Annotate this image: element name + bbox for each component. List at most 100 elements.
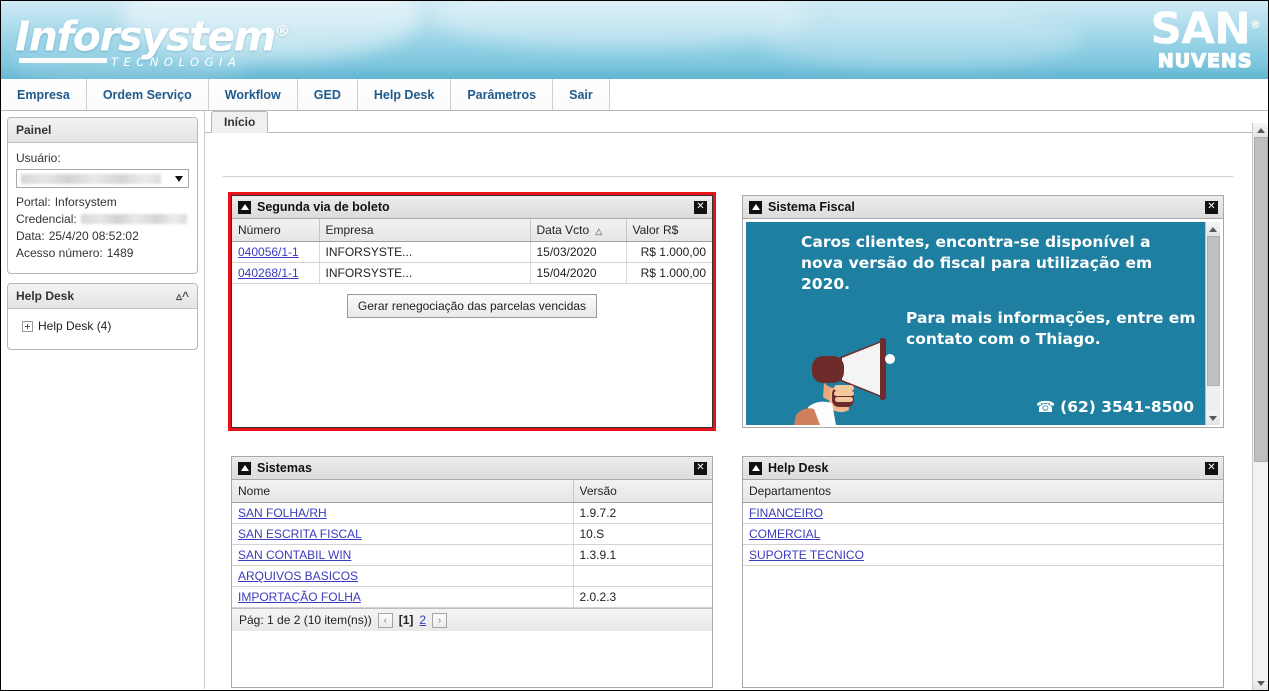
close-icon[interactable]: ✕ <box>694 200 707 214</box>
cell-nome: ARQUIVOS BASICOS <box>232 565 574 587</box>
boleto-link[interactable]: 040056/1-1 <box>238 245 299 259</box>
helpdesk-tree-item-label[interactable]: Help Desk (4) <box>38 319 111 333</box>
page-scrollbar[interactable] <box>1252 123 1268 690</box>
nav-item-workflow[interactable]: Workflow <box>208 79 298 110</box>
fiscal-scrollbar[interactable] <box>1205 222 1220 425</box>
nav-item-ged[interactable]: GED <box>297 79 358 110</box>
col-empresa[interactable]: Empresa <box>319 219 531 242</box>
departamento-link[interactable]: COMERCIAL <box>749 527 820 541</box>
table-row: 040056/1-1 INFORSYSTE... 15/03/2020 R$ 1… <box>232 241 712 263</box>
cell-versao <box>573 565 712 587</box>
close-icon[interactable]: ✕ <box>1205 461 1218 475</box>
sort-ascending-icon: △ <box>595 226 603 236</box>
tabstrip: Início <box>205 111 1268 133</box>
col-valor[interactable]: Valor R$ <box>626 219 712 242</box>
acesso-value: 1489 <box>106 246 134 260</box>
body-area: Painel Usuário: Portal: Inforsystem Cred… <box>1 111 1268 689</box>
sistema-link[interactable]: SAN ESCRITA FISCAL <box>238 527 362 541</box>
chevron-up-icon[interactable]: ▵​^ <box>176 289 189 303</box>
portal-value: Inforsystem <box>54 195 117 209</box>
fiscal-phone: ☎ (62) 3541-8500 <box>1036 398 1194 416</box>
gerar-renegociacao-button[interactable]: Gerar renegociação das parcelas vencidas <box>346 294 598 318</box>
table-header-row: Nome Versão <box>232 480 712 503</box>
sistema-link[interactable]: SAN CONTABIL WIN <box>238 548 351 562</box>
nav-item-ordem-servico[interactable]: Ordem Serviço <box>86 79 209 110</box>
col-numero[interactable]: Número <box>232 219 320 242</box>
company-logo[interactable]: Inforsystem® TECNOLOGIA <box>15 9 290 69</box>
close-icon[interactable]: ✕ <box>694 461 707 475</box>
san-trademark: ® <box>1250 18 1261 31</box>
collapse-triangle-icon[interactable] <box>749 461 762 475</box>
data-value: 25/4/20 08:52:02 <box>48 229 139 243</box>
sistema-link[interactable]: ARQUIVOS BASICOS <box>238 569 358 583</box>
close-icon[interactable]: ✕ <box>1205 200 1218 214</box>
nav-item-sair[interactable]: Sair <box>553 79 610 110</box>
scrollbar-thumb[interactable] <box>1206 236 1220 386</box>
table-row: SUPORTE TECNICO <box>743 544 1223 566</box>
table-row: SAN CONTABIL WIN 1.3.9.1 <box>232 544 712 566</box>
scroll-down-icon[interactable] <box>1205 411 1220 425</box>
boleto-link[interactable]: 040268/1-1 <box>238 266 299 280</box>
widget-title: Sistema Fiscal <box>768 200 855 214</box>
table-row: 040268/1-1 INFORSYSTE... 15/04/2020 R$ 1… <box>232 262 712 284</box>
cell-departamento: FINANCEIRO <box>743 502 1223 524</box>
pager-next-button[interactable]: › <box>432 612 448 628</box>
chevron-down-icon <box>175 175 183 182</box>
page-scrollbar-thumb[interactable] <box>1254 137 1268 462</box>
cell-numero: 040268/1-1 <box>232 262 320 284</box>
collapse-triangle-icon[interactable] <box>238 461 251 475</box>
cell-versao: 1.3.9.1 <box>573 544 712 566</box>
sistemas-table: Nome Versão SAN FOLHA/RH 1.9.7.2 SAN ESC… <box>232 480 712 608</box>
widget-title: Segunda via de boleto <box>257 200 390 214</box>
data-line: Data: 25/4/20 08:52:02 <box>16 229 189 243</box>
sistema-link[interactable]: IMPORTAÇÃO FOLHA <box>238 590 361 604</box>
logo-text: Inforsystem <box>15 12 276 61</box>
cloud-decoration <box>431 1 811 49</box>
page-scroll-down-icon[interactable] <box>1253 676 1268 690</box>
table-header-row: Departamentos <box>743 480 1223 503</box>
painel-panel-header: Painel <box>8 118 197 143</box>
nav-item-parametros[interactable]: Parâmetros <box>451 79 554 110</box>
departamento-link[interactable]: FINANCEIRO <box>749 506 823 520</box>
cell-versao: 1.9.7.2 <box>573 502 712 524</box>
expand-plus-icon[interactable] <box>22 320 33 332</box>
col-departamentos[interactable]: Departamentos <box>743 480 1223 503</box>
collapse-triangle-icon[interactable] <box>749 200 762 214</box>
cell-vcto: 15/03/2020 <box>530 241 627 263</box>
table-row: FINANCEIRO <box>743 502 1223 524</box>
departamento-link[interactable]: SUPORTE TECNICO <box>749 548 864 562</box>
table-row: ARQUIVOS BASICOS <box>232 565 712 587</box>
col-versao[interactable]: Versão <box>573 480 712 503</box>
nav-item-help-desk[interactable]: Help Desk <box>357 79 452 110</box>
cloud-decoration <box>761 9 1081 69</box>
dashboard-canvas: Segunda via de boleto ✕ Número Empresa D… <box>205 133 1268 689</box>
col-data-vcto[interactable]: Data Vcto △ <box>530 219 627 242</box>
painel-panel: Painel Usuário: Portal: Inforsystem Cred… <box>7 117 198 274</box>
widget-title: Sistemas <box>257 461 312 475</box>
widget-help-desk: Help Desk ✕ Departamentos FINANCEIRO COM… <box>742 456 1224 688</box>
san-nuvens-logo: SAN® NUVENS <box>1150 3 1261 72</box>
nav-item-empresa[interactable]: Empresa <box>1 79 87 110</box>
pager-page-2[interactable]: 2 <box>419 613 426 627</box>
collapse-triangle-icon[interactable] <box>238 200 251 214</box>
san-text: SAN <box>1150 3 1251 55</box>
acesso-label: Acesso número: <box>16 246 103 260</box>
cell-nome: SAN CONTABIL WIN <box>232 544 574 566</box>
table-row: IMPORTAÇÃO FOLHA 2.0.2.3 <box>232 586 712 608</box>
page-scroll-up-icon[interactable] <box>1253 123 1268 137</box>
sistema-link[interactable]: SAN FOLHA/RH <box>238 506 327 520</box>
fiscal-text-secondary: Para mais informações, entre em contato … <box>906 309 1196 348</box>
sistema-fiscal-body: Caros clientes, encontra-se disponível a… <box>743 219 1223 428</box>
scroll-up-icon[interactable] <box>1205 222 1220 236</box>
credencial-line: Credencial: <box>16 212 189 226</box>
tab-inicio[interactable]: Início <box>211 111 269 133</box>
helpdesk-table: Departamentos FINANCEIRO COMERCIAL SUPOR… <box>743 480 1223 566</box>
pager-prev-button[interactable]: ‹ <box>377 612 393 628</box>
cell-numero: 040056/1-1 <box>232 241 320 263</box>
helpdesk-panel-header[interactable]: Help Desk ▵​^ <box>8 284 197 309</box>
widget-sistemas: Sistemas ✕ Nome Versão SAN FOLHA/RH 1.9.… <box>231 456 713 688</box>
logo-underline-bar <box>19 58 107 63</box>
usuario-select[interactable] <box>16 169 189 188</box>
widget-sistema-fiscal: Sistema Fiscal ✕ Caros clientes, encontr… <box>742 195 1224 428</box>
col-nome[interactable]: Nome <box>232 480 574 503</box>
